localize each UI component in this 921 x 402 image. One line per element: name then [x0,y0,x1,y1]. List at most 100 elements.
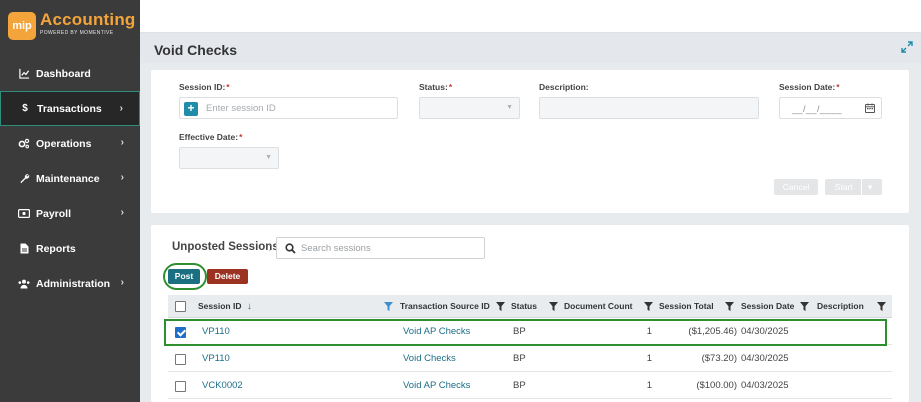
search-input[interactable]: Search sessions [276,237,485,259]
session-id-link[interactable]: VP110 [202,346,230,372]
filter-icon[interactable] [877,302,886,311]
session-total-cell: ($73.20) [701,353,737,364]
session-date-input[interactable]: __/__/____ [779,97,882,119]
sidebar-item-label: Operations [36,137,92,150]
sidebar-item-label: Reports [36,242,76,255]
row-checkbox[interactable] [175,381,186,392]
status-cell: BP [513,380,526,391]
chevron-right-icon: › [120,277,124,288]
delete-button[interactable]: Delete [207,269,248,284]
filter-icon[interactable] [644,302,653,311]
session-id-link[interactable]: VCK0002 [202,373,243,399]
row-checkbox[interactable] [175,354,186,365]
filter-icon[interactable] [549,302,558,311]
sidebar-item-maintenance[interactable]: Maintenance › [0,161,140,196]
start-button[interactable]: Start ▾ [825,179,882,195]
search-icon [285,243,296,254]
sidebar-item-label: Dashboard [36,67,91,80]
logo-badge: mip [8,12,36,40]
money-bill-icon [18,208,30,220]
session-date-cell: 04/03/2025 [741,380,789,391]
start-button-label: Start [834,182,853,192]
session-date-cell: 04/30/2025 [741,326,789,337]
logo-subtitle: POWERED BY MOMENTIVE [40,30,114,36]
effective-date-select[interactable]: ▼ [179,147,279,169]
transaction-source-link[interactable]: Void AP Checks [403,319,470,345]
select-all-checkbox[interactable] [175,301,186,312]
table-header: Session ID ↓ Transaction Source ID Statu… [168,295,892,318]
sidebar-item-operations[interactable]: Operations › [0,126,140,161]
wrench-icon [18,173,30,185]
page-header: Void Checks [140,33,921,63]
session-id-input[interactable]: + Enter session ID [179,97,398,119]
status-cell: BP [513,353,526,364]
session-total-cell: ($1,205.46) [688,326,737,337]
status-select[interactable]: ▼ [419,97,520,119]
chevron-right-icon: › [120,137,124,148]
chevron-right-icon: › [120,207,124,218]
chevron-down-icon: ▼ [506,104,513,111]
sidebar-item-label: Administration [36,277,111,290]
document-count-cell: 1 [646,353,652,364]
table-row[interactable]: VP110 Void AP Checks BP 1 ($1,205.46) 04… [168,319,892,345]
sidebar-item-label: Maintenance [36,172,100,185]
session-form-card: Session ID:* + Enter session ID Status:*… [151,70,909,213]
column-header-transaction-source-id[interactable]: Transaction Source ID [400,295,490,318]
calendar-icon[interactable] [865,103,875,113]
app-logo[interactable]: mip Accounting POWERED BY MOMENTIVE [8,8,135,42]
column-header-session-id[interactable]: Session ID ↓ [198,295,252,318]
table-row[interactable]: VP110 Void Checks BP 1 ($73.20) 04/30/20… [168,346,892,372]
column-header-description[interactable]: Description [817,295,864,318]
table-row[interactable]: VCK0002 Void AP Checks BP 1 ($100.00) 04… [168,373,892,399]
filter-icon[interactable] [384,302,393,311]
chevron-right-icon: › [120,172,124,183]
transaction-source-link[interactable]: Void Checks [403,346,456,372]
column-header-status[interactable]: Status [511,295,537,318]
unposted-sessions-title: Unposted Sessions [172,241,279,253]
session-date-label: Session Date:* [779,82,840,92]
sidebar-item-administration[interactable]: Administration › [0,266,140,301]
chevron-right-icon: › [119,103,123,114]
session-date-cell: 04/30/2025 [741,353,789,364]
column-header-session-date[interactable]: Session Date [741,295,794,318]
dollar-icon: $ [22,103,28,114]
cogs-icon [18,138,30,150]
sidebar-item-reports[interactable]: Reports [0,231,140,266]
sort-arrow-icon: ↓ [246,301,252,312]
main-area: Void Checks Session ID:* + Enter session… [140,0,921,402]
plus-icon[interactable]: + [184,102,198,116]
page-title: Void Checks [154,42,237,58]
session-date-placeholder: __/__/____ [792,104,843,114]
sidebar-item-label: Payroll [36,207,72,220]
sidebar-item-label: Transactions [37,102,102,115]
column-header-session-total[interactable]: Session Total [659,295,714,318]
session-id-link[interactable]: VP110 [202,319,230,345]
column-header-document-count[interactable]: Document Count [564,295,632,318]
status-label: Status:* [419,82,453,92]
sidebar-nav: Dashboard $ Transactions › Operations › … [0,56,140,301]
document-count-cell: 1 [646,380,652,391]
sidebar-item-payroll[interactable]: Payroll › [0,196,140,231]
status-cell: BP [513,326,526,337]
top-bar [140,0,921,33]
search-placeholder: Search sessions [301,243,371,254]
title-separator: : [268,240,272,254]
sidebar: mip Accounting POWERED BY MOMENTIVE Dash… [0,0,140,402]
unposted-sessions-card: Unposted Sessions : Search sessions Post… [151,225,909,402]
post-button[interactable]: Post [168,269,200,284]
cancel-button[interactable]: Cancel [774,179,818,195]
session-total-cell: ($100.00) [696,380,737,391]
sidebar-item-dashboard[interactable]: Dashboard [0,56,140,91]
filter-icon[interactable] [496,302,505,311]
sidebar-item-transactions[interactable]: $ Transactions › [0,91,140,126]
filter-icon[interactable] [800,302,809,311]
chevron-down-icon[interactable]: ▾ [861,179,872,195]
description-input[interactable] [539,97,759,119]
expand-icon[interactable] [901,41,913,53]
document-count-cell: 1 [646,326,652,337]
file-icon [18,243,30,255]
transaction-source-link[interactable]: Void AP Checks [403,373,470,399]
logo-title: Accounting [40,10,136,29]
row-checkbox[interactable] [175,327,186,338]
filter-icon[interactable] [725,302,734,311]
